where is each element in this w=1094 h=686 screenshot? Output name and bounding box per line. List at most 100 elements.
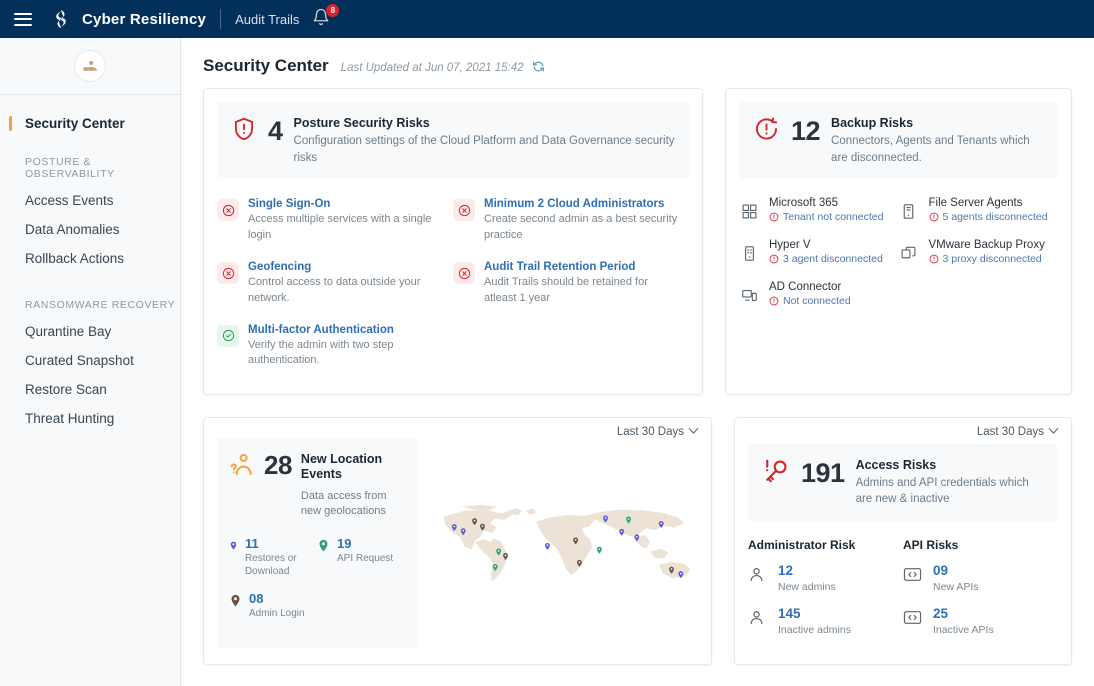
- refresh-icon[interactable]: [532, 60, 545, 78]
- dashboard-row-2: Last 30 Days: [203, 417, 1072, 665]
- restore-alert-icon: [753, 115, 780, 148]
- dashboard-row-1: 4 Posture Security Risks Configuration s…: [203, 88, 1072, 395]
- admin-stat-label: New admins: [778, 581, 836, 593]
- risk-item[interactable]: Minimum 2 Cloud Administrators Create se…: [453, 192, 689, 255]
- sidebar-item-access-events[interactable]: Access Events: [0, 186, 180, 215]
- check-circle-icon: [217, 325, 239, 347]
- risk-title[interactable]: Single Sign-On: [248, 198, 443, 210]
- sidebar-nav: Security Center POSTURE & OBSERVABILITY …: [0, 95, 180, 433]
- connector-item[interactable]: Microsoft 365 Tenant not connected: [739, 192, 899, 234]
- location-stat-value: 08: [249, 592, 305, 606]
- connector-item[interactable]: VMware Backup Proxy 3 proxy disconnected: [899, 234, 1059, 276]
- administrator-risk-title: Administrator Risk: [748, 538, 903, 552]
- notifications-button[interactable]: 8: [312, 8, 334, 30]
- backup-title: Backup Risks: [831, 116, 1044, 130]
- posture-description: Configuration settings of the Cloud Plat…: [294, 133, 675, 166]
- backup-count: 12: [791, 115, 820, 145]
- risk-title[interactable]: Multi-factor Authentication: [248, 324, 443, 336]
- map-pin-icon[interactable]: [545, 543, 550, 550]
- risk-description: Access multiple services with a single l…: [248, 212, 443, 243]
- connector-item[interactable]: Hyper V 3 agent disconnected: [739, 234, 899, 276]
- connector-status: 3 proxy disconnected: [929, 253, 1045, 265]
- hamburger-menu-icon[interactable]: [14, 13, 32, 26]
- api-stat-item[interactable]: 25 Inactive APIs: [903, 607, 1058, 650]
- new-location-events-card: Last 30 Days: [203, 417, 712, 665]
- location-description: Data access from new geolocations: [301, 489, 405, 519]
- sidebar-item-security-center[interactable]: Security Center: [0, 109, 180, 138]
- connector-item[interactable]: File Server Agents 5 agents disconnected: [899, 192, 1059, 234]
- risk-item[interactable]: Multi-factor Authentication Verify the a…: [217, 318, 453, 381]
- risk-description: Control access to data outside your netw…: [248, 275, 443, 306]
- sidebar-item-quarantine-bay[interactable]: Qurantine Bay: [0, 317, 180, 346]
- world-map: [423, 438, 698, 649]
- sidebar-item-rollback-actions[interactable]: Rollback Actions: [0, 244, 180, 273]
- location-stat-item[interactable]: 19 API Request: [317, 537, 405, 592]
- audit-trails-link[interactable]: Audit Trails: [235, 12, 299, 27]
- top-navigation-bar: Cyber Resiliency Audit Trails 8: [0, 0, 1094, 38]
- world-map-svg: [423, 463, 698, 623]
- map-pin-icon[interactable]: [597, 547, 602, 554]
- api-stat-value: 25: [933, 607, 994, 622]
- admin-stat-value: 12: [778, 564, 836, 579]
- risk-title[interactable]: Audit Trail Retention Period: [484, 261, 679, 273]
- risk-item[interactable]: Audit Trail Retention Period Audit Trail…: [453, 255, 689, 318]
- api-stat-label: New APIs: [933, 581, 979, 593]
- sidebar-item-label: Security Center: [25, 116, 125, 131]
- map-pin-icon[interactable]: [619, 529, 624, 536]
- risk-item[interactable]: Geofencing Control access to data outsid…: [217, 255, 453, 318]
- location-stat-item[interactable]: 11 Restores or Download: [229, 537, 317, 592]
- brand-name: Cyber Resiliency: [82, 11, 206, 28]
- main-content: Security Center Last Updated at Jun 07, …: [181, 38, 1094, 686]
- last-updated-text: Last Updated at Jun 07, 2021 15:42: [341, 62, 524, 74]
- sidebar-item-threat-hunting[interactable]: Threat Hunting: [0, 404, 180, 433]
- backup-connector-list: Microsoft 365 Tenant not connected: [726, 192, 1071, 332]
- sidebar-item-data-anomalies[interactable]: Data Anomalies: [0, 215, 180, 244]
- risk-description: Verify the admin with two step authentic…: [248, 338, 443, 369]
- access-sub-stats: Administrator Risk 12 New admins: [735, 534, 1071, 664]
- sidebar-item-label: Restore Scan: [25, 382, 107, 397]
- location-stat-label: Restores or Download: [245, 552, 313, 578]
- admin-stat-item[interactable]: 12 New admins: [748, 564, 903, 607]
- connector-name: AD Connector: [769, 281, 851, 293]
- location-stat-value: 11: [245, 537, 313, 551]
- risk-description: Audit Trails should be retained for atle…: [484, 275, 679, 306]
- page-layout: Security Center POSTURE & OBSERVABILITY …: [0, 38, 1094, 686]
- location-title: New Location Events: [301, 452, 405, 483]
- location-stat-list: 11 Restores or Download 19 API Request: [229, 537, 405, 635]
- alert-circle-icon: [929, 212, 939, 222]
- sidebar-group-ransomware-recovery: RANSOMWARE RECOVERY: [0, 273, 180, 317]
- access-description: Admins and API credentials which are new…: [856, 475, 1044, 508]
- risk-title[interactable]: Geofencing: [248, 261, 443, 273]
- map-pin-icon[interactable]: [678, 571, 683, 578]
- posture-security-risks-card: 4 Posture Security Risks Configuration s…: [203, 88, 703, 395]
- chevron-down-icon: [689, 424, 699, 434]
- user-avatar-icon[interactable]: [74, 50, 106, 82]
- alert-circle-icon: [929, 254, 939, 264]
- map-pin-icon: [229, 537, 238, 554]
- connector-status: 3 agent disconnected: [769, 253, 883, 265]
- connector-status: Not connected: [769, 295, 851, 307]
- location-period-dropdown[interactable]: Last 30 Days: [617, 426, 697, 438]
- risk-item[interactable]: Single Sign-On Access multiple services …: [217, 192, 453, 255]
- x-circle-icon: [217, 199, 239, 221]
- sidebar-item-restore-scan[interactable]: Restore Scan: [0, 375, 180, 404]
- posture-count: 4: [268, 115, 283, 145]
- api-risks-title: API Risks: [903, 538, 1058, 552]
- connector-status-text: 3 proxy disconnected: [943, 253, 1042, 265]
- sidebar-item-label: Access Events: [25, 193, 114, 208]
- connector-name: Microsoft 365: [769, 197, 883, 209]
- connector-item[interactable]: AD Connector Not connected: [739, 276, 899, 318]
- access-period-dropdown[interactable]: Last 30 Days: [977, 426, 1057, 438]
- sidebar: Security Center POSTURE & OBSERVABILITY …: [0, 38, 181, 686]
- user-question-icon: [229, 452, 255, 483]
- location-stat-item[interactable]: 08 Admin Login: [229, 592, 317, 634]
- sidebar-item-curated-snapshot[interactable]: Curated Snapshot: [0, 346, 180, 375]
- map-pin-icon: [317, 537, 330, 554]
- admin-stat-item[interactable]: 145 Inactive admins: [748, 607, 903, 650]
- risk-title[interactable]: Minimum 2 Cloud Administrators: [484, 198, 679, 210]
- code-icon: [903, 564, 923, 588]
- chevron-down-icon: [1049, 424, 1059, 434]
- api-stat-item[interactable]: 09 New APIs: [903, 564, 1058, 607]
- sidebar-item-label: Curated Snapshot: [25, 353, 134, 368]
- shield-alert-icon: [231, 115, 257, 148]
